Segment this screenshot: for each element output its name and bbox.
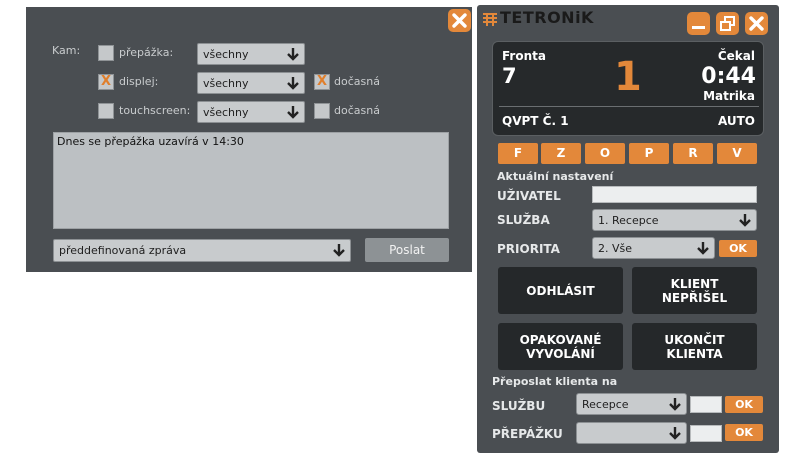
letter-button-p[interactable]: P <box>629 143 669 164</box>
finish-label-line2: KLIENTA <box>666 346 723 361</box>
tetronik-logo: TETRONiK <box>500 8 594 27</box>
counter-target-select[interactable]: všechny <box>197 43 305 65</box>
arrow-down-icon <box>669 427 681 440</box>
check-x-icon: X <box>316 74 328 89</box>
predefined-message-select[interactable]: předdefinovaná zpráva <box>53 239 351 262</box>
priority-ok-button[interactable]: OK <box>719 240 757 257</box>
arrow-down-icon <box>287 106 299 119</box>
display-temporary-label: dočasná <box>334 75 380 88</box>
tetronik-logo-icon <box>483 13 497 26</box>
priority-select-value: 2. Vše <box>598 242 633 255</box>
queue-label: Fronta <box>502 49 546 63</box>
service-name: Matrika <box>703 89 755 103</box>
minimize-button[interactable] <box>687 12 710 35</box>
arrow-down-icon <box>287 48 299 61</box>
arrow-down-icon <box>669 398 681 411</box>
letter-button-f[interactable]: F <box>498 143 538 164</box>
touchscreen-checkbox[interactable] <box>98 103 114 119</box>
mode-label: AUTO <box>717 114 755 128</box>
user-label: UŽIVATEL <box>497 189 561 203</box>
arrow-down-icon <box>739 214 751 227</box>
message-panel: Kam: přepážka: všechny X displej: všechn… <box>26 7 472 272</box>
forward-service-value: Recepce <box>582 398 629 411</box>
service-label: SLUŽBA <box>497 213 550 227</box>
forward-service-select[interactable]: Recepce <box>576 393 687 415</box>
display-target-value: všechny <box>203 77 249 90</box>
service-select[interactable]: 1. Recepce <box>592 209 757 231</box>
forward-counter-select[interactable] <box>576 422 687 444</box>
forward-counter-label: PŘEPÁŽKU <box>492 427 563 441</box>
letter-button-o[interactable]: O <box>585 143 625 164</box>
logout-button[interactable]: ODHLÁSIT <box>498 267 623 314</box>
forward-service-label: SLUŽBU <box>492 399 546 413</box>
restore-button[interactable] <box>716 12 739 35</box>
forward-title: Přeposlat klienta na <box>492 375 618 388</box>
close-icon <box>452 13 467 28</box>
current-ticket-number: 1 <box>614 54 642 100</box>
touchscreen-temporary-label: dočasná <box>334 104 380 117</box>
predefined-message-value: předdefinovaná zpráva <box>59 244 187 257</box>
restore-icon <box>720 16 735 31</box>
no-show-label-line1: KLIENT <box>670 276 719 291</box>
touchscreen-target-value: všechny <box>203 106 249 119</box>
letter-button-r[interactable]: R <box>673 143 713 164</box>
counter-checkbox-label: přepážka: <box>119 46 174 59</box>
counter-checkbox[interactable] <box>98 45 114 61</box>
target-label: Kam: <box>52 44 81 57</box>
letter-button-v[interactable]: V <box>717 143 757 164</box>
waited-time: 0:44 <box>701 64 756 89</box>
finish-client-button[interactable]: UKONČIT KLIENTA <box>632 323 757 370</box>
display-temporary-checkbox[interactable]: X <box>314 74 330 90</box>
letter-button-z[interactable]: Z <box>541 143 581 164</box>
forward-counter-ok-button[interactable]: OK <box>725 424 763 441</box>
close-message-button[interactable] <box>448 9 471 32</box>
send-button[interactable]: Poslat <box>365 238 449 262</box>
minimize-icon <box>692 26 705 29</box>
display-target-select[interactable]: všechny <box>197 72 305 94</box>
display-divider <box>499 106 759 107</box>
waited-label: Čekal <box>717 49 755 63</box>
arrow-down-icon <box>333 244 345 257</box>
close-icon <box>749 16 764 31</box>
close-button[interactable] <box>745 12 768 35</box>
forward-counter-input[interactable] <box>690 425 722 442</box>
queue-count: 7 <box>502 64 517 88</box>
client-no-show-button[interactable]: KLIENT NEPŘIŠEL <box>632 267 757 314</box>
priority-label: PRIORITA <box>497 242 560 256</box>
priority-select[interactable]: 2. Vše <box>592 237 715 259</box>
settings-title: Aktuální nastavení <box>497 170 614 183</box>
touchscreen-checkbox-label: touchscreen: <box>119 104 191 117</box>
touchscreen-target-select[interactable]: všechny <box>197 101 305 123</box>
user-field[interactable] <box>592 186 757 203</box>
recall-label-line1: OPAKOVANÉ <box>519 332 602 347</box>
message-textarea[interactable]: Dnes se přepážka uzavírá v 14:30 <box>53 132 449 229</box>
recall-button[interactable]: OPAKOVANÉ VYVOLÁNÍ <box>498 323 623 370</box>
no-show-label-line2: NEPŘIŠEL <box>661 290 728 305</box>
tetronik-panel: TETRONiK Fronta 7 1 Čekal 0:44 Matrika Q… <box>477 5 779 453</box>
counter-name: QVPT Č. 1 <box>502 114 569 128</box>
forward-service-ok-button[interactable]: OK <box>725 396 763 413</box>
forward-service-input[interactable] <box>690 396 722 413</box>
finish-label-line1: UKONČIT <box>664 332 725 347</box>
queue-display: Fronta 7 1 Čekal 0:44 Matrika QVPT Č. 1 … <box>492 41 764 136</box>
check-x-icon: X <box>100 74 112 89</box>
logout-label: ODHLÁSIT <box>526 283 595 298</box>
display-checkbox[interactable]: X <box>98 74 114 90</box>
counter-target-value: všechny <box>203 48 249 61</box>
recall-label-line2: VYVOLÁNÍ <box>526 346 595 361</box>
service-select-value: 1. Recepce <box>598 214 659 227</box>
arrow-down-icon <box>287 77 299 90</box>
display-checkbox-label: displej: <box>119 75 159 88</box>
touchscreen-temporary-checkbox[interactable] <box>314 103 330 119</box>
arrow-down-icon <box>697 242 709 255</box>
